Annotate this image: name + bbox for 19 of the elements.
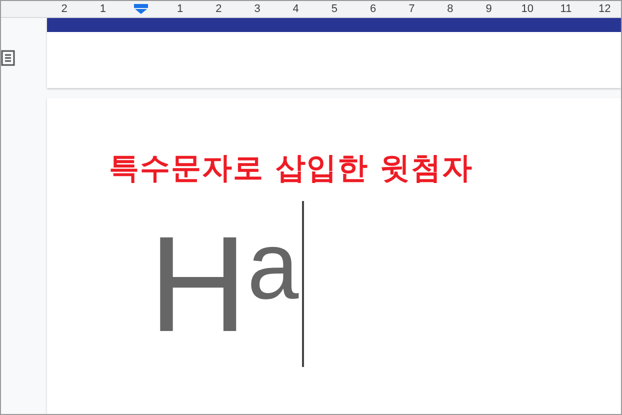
indent-marker-icon[interactable] [134, 4, 148, 14]
ruler[interactable]: 2 1 1 2 3 4 5 6 7 8 9 10 11 12 [1, 1, 621, 18]
ruler-number: 3 [254, 4, 260, 14]
ruler-number: 1 [100, 4, 106, 14]
annotation-text: 특수문자로 삽입한 윗첨자 [109, 150, 474, 188]
ruler-number: 4 [292, 4, 299, 14]
ruler-number: 5 [331, 4, 338, 14]
ruler-number: 9 [486, 4, 492, 14]
ruler-number: 7 [408, 4, 415, 14]
ruler-number: 8 [447, 4, 454, 14]
ruler-number: 2 [61, 4, 68, 14]
ruler-number: 10 [521, 4, 534, 14]
outline-icon[interactable] [1, 50, 15, 66]
ruler-number: 12 [598, 4, 611, 14]
ruler-number: 1 [177, 4, 184, 14]
ruler-number: 2 [216, 4, 222, 14]
document-text: Hᵃ [149, 207, 298, 362]
ruler-number: 11 [560, 4, 572, 14]
ruler-number: 6 [370, 4, 376, 14]
